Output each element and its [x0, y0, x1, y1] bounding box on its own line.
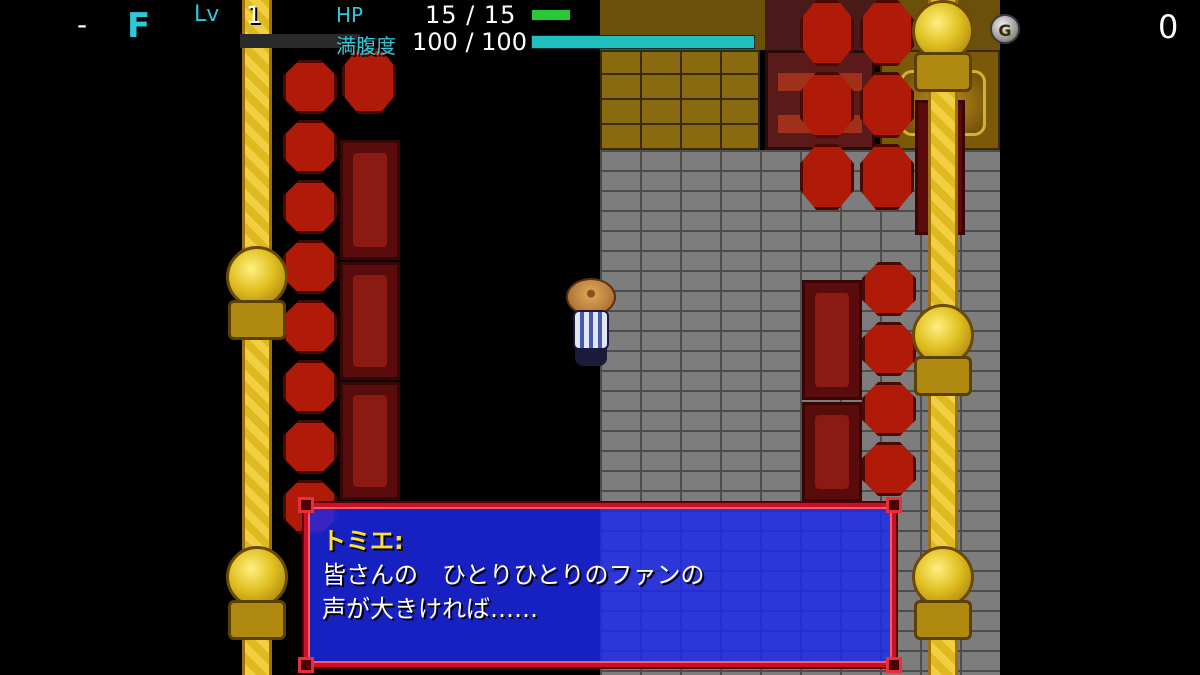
floor-number: -: [77, 8, 88, 41]
gitan-value: 0: [1158, 8, 1179, 46]
floor-label: F: [127, 6, 151, 46]
hp-bar-fill: [532, 10, 570, 20]
satiety-value: 100 / 100: [412, 28, 527, 56]
gold-post-ornament: [914, 356, 972, 396]
satiety-bar-track: [531, 35, 755, 49]
dialog-corner-ornament: [886, 657, 902, 673]
hp-bar-track: [531, 9, 571, 21]
satiety-bar-fill: [532, 36, 754, 48]
hp-value: 15 / 15: [425, 1, 517, 29]
player-character: [566, 278, 616, 372]
red-panel: [802, 402, 862, 502]
red-panel: [340, 140, 400, 260]
red-lantern-column-lower: [862, 262, 918, 502]
gold-post-ornament: [228, 600, 286, 640]
dialog-speaker-name: トミエ:: [322, 527, 404, 555]
level-label: Lv: [194, 2, 220, 27]
red-panel: [802, 280, 862, 400]
satiety-label: 満腹度: [336, 34, 396, 58]
gold-post-ornament: [914, 52, 972, 92]
gold-post-cap: [912, 546, 974, 608]
dialog-box[interactable]: トミエ: 皆さんの ひとりひとりのファンの 声が大きければ……: [298, 497, 902, 673]
red-panel: [340, 382, 400, 500]
player-body: [573, 310, 609, 350]
gold-post-ornament: [228, 300, 286, 340]
red-panel: [340, 262, 400, 380]
hp-label: HP: [336, 3, 364, 27]
dialog-corner-ornament: [298, 657, 314, 673]
red-lantern-column-left: [283, 60, 339, 540]
dialog-line: 声が大きければ……: [322, 595, 538, 623]
level-value: 1: [246, 1, 262, 29]
dialog-line: 皆さんの ひとりひとりのファンの: [322, 561, 705, 589]
gold-post-cap: [226, 546, 288, 608]
gitan-coin-icon: G: [990, 14, 1020, 44]
gold-post-ornament: [914, 600, 972, 640]
player-feet: [575, 348, 607, 366]
dialog-corner-ornament: [886, 497, 902, 513]
red-lantern-column-right-2: [860, 0, 916, 216]
red-lantern-column-right: [800, 0, 856, 216]
gold-post-cap: [226, 246, 288, 308]
drawer-cabinet: [600, 50, 760, 150]
dialog-corner-ornament: [298, 497, 314, 513]
